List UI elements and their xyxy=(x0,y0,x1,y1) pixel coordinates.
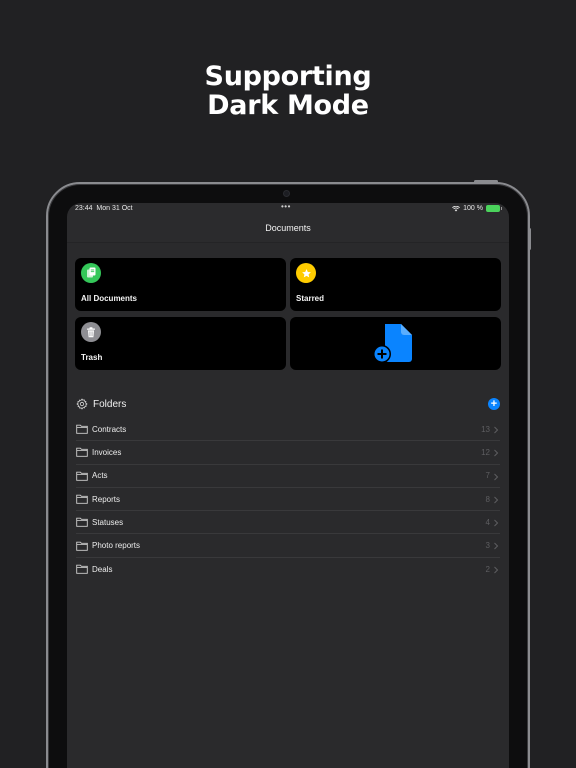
card-starred[interactable]: Starred xyxy=(290,258,501,311)
battery-percent: 100 % xyxy=(463,205,483,212)
main-content: All Documents Starred Trash Folders + Co… xyxy=(67,243,509,768)
status-time: 23:44 Mon 31 Oct xyxy=(75,205,133,212)
status-right: 100 % xyxy=(452,205,502,212)
chevron-right-icon xyxy=(494,496,499,504)
card-all-documents[interactable]: All Documents xyxy=(75,258,286,311)
chevron-right-icon xyxy=(494,543,499,550)
card-new-document[interactable] xyxy=(290,317,501,370)
folder-icon xyxy=(76,494,88,504)
card-label: All Documents xyxy=(81,294,138,303)
folder-row-contracts[interactable]: Contracts 13 xyxy=(76,418,500,442)
folder-count: 7 xyxy=(485,471,490,481)
chevron-right-icon xyxy=(494,473,499,480)
folder-name: Reports xyxy=(92,494,121,504)
folder-row-deals[interactable]: Deals 2 xyxy=(76,558,500,581)
headline-line-1: Supporting xyxy=(204,61,372,92)
front-camera xyxy=(284,191,289,196)
folder-count: 4 xyxy=(485,517,490,527)
folder-count: 3 xyxy=(485,541,490,551)
folder-icon xyxy=(76,448,88,458)
folder-row-acts[interactable]: Acts 7 xyxy=(76,465,500,488)
promo-headline: Supporting Dark Mode xyxy=(0,62,576,120)
ipad-screen: 23:44 Mon 31 Oct ••• 100 % Documents All… xyxy=(67,203,509,768)
trash-icon xyxy=(81,322,101,342)
folder-row-reports[interactable]: Reports 8 xyxy=(76,488,500,512)
documents-icon xyxy=(81,263,101,283)
add-document-icon xyxy=(373,324,412,363)
folders-title: Folders xyxy=(93,398,127,410)
chevron-right-icon xyxy=(494,519,499,527)
battery-icon xyxy=(486,205,502,212)
folders-header: Folders + xyxy=(76,396,500,412)
folder-name: Statuses xyxy=(92,517,124,527)
folder-count: 13 xyxy=(481,424,490,434)
folder-count: 12 xyxy=(481,447,490,457)
folder-name: Contracts xyxy=(92,424,127,434)
add-folder-button[interactable]: + xyxy=(488,398,500,410)
card-label: Starred xyxy=(296,294,325,303)
volume-button xyxy=(528,228,531,250)
card-trash[interactable]: Trash xyxy=(75,317,286,370)
folder-icon xyxy=(76,541,88,551)
headline-line-2: Dark Mode xyxy=(207,90,369,121)
chevron-right-icon xyxy=(494,449,499,457)
multitasking-dots-icon[interactable]: ••• xyxy=(281,203,291,211)
folder-count: 8 xyxy=(485,494,490,504)
star-icon xyxy=(296,263,316,283)
folder-name: Deals xyxy=(92,564,113,574)
folder-row-statuses[interactable]: Statuses 4 xyxy=(76,511,500,535)
folder-icon xyxy=(76,518,88,528)
card-label: Trash xyxy=(81,353,103,362)
folder-name: Invoices xyxy=(92,447,122,457)
gear-icon[interactable] xyxy=(76,398,88,410)
folder-icon xyxy=(76,471,88,481)
folder-list: Contracts 13 Invoices 12 Acts 7 Reports … xyxy=(76,418,500,581)
chevron-right-icon xyxy=(494,426,499,434)
nav-bar: Documents xyxy=(67,217,509,243)
status-bar: 23:44 Mon 31 Oct ••• 100 % xyxy=(67,203,509,217)
folder-icon xyxy=(76,565,88,575)
folder-row-invoices[interactable]: Invoices 12 xyxy=(76,441,500,465)
folder-name: Photo reports xyxy=(92,541,141,551)
chevron-right-icon xyxy=(494,566,499,574)
folder-icon xyxy=(76,424,88,434)
power-button xyxy=(474,180,498,183)
folder-count: 2 xyxy=(485,564,490,574)
folder-name: Acts xyxy=(92,471,108,481)
page-title: Documents xyxy=(265,223,311,233)
folder-row-photo-reports[interactable]: Photo reports 3 xyxy=(76,534,500,558)
wifi-icon xyxy=(452,205,461,211)
